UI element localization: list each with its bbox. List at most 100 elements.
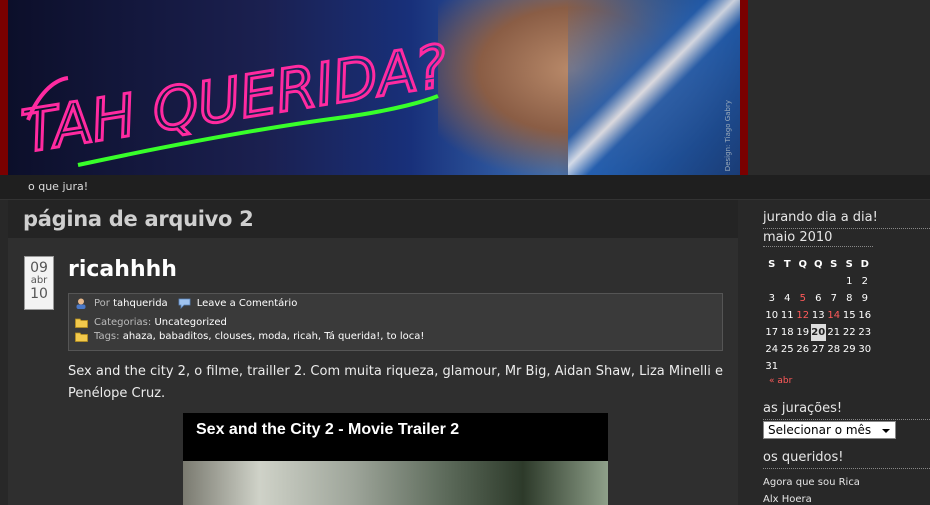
post-meta-box: Por tahquerida Leave a Comentário Catego… (68, 293, 723, 351)
post-date-box: 09 abr 10 (24, 256, 54, 310)
calendar-weekday: S (768, 259, 776, 270)
calendar-empty-cell (764, 273, 780, 290)
calendar-day: 2 (861, 276, 868, 287)
calendar-week-row: 10 11 12 13 14 15 16 (764, 307, 873, 324)
calendar-day: 16 (858, 310, 872, 321)
author-prefix: Por (94, 298, 110, 309)
tags-label: Tags: (94, 331, 120, 342)
comment-link[interactable]: Leave a Comentário (197, 298, 298, 309)
post-meta-tags-row: Tags: ahaza, babaditos, clouses, moda, r… (75, 331, 424, 342)
calendar-empty-cell (826, 273, 842, 290)
post-date-year: 10 (30, 286, 48, 302)
calendar-empty-cell (780, 273, 796, 290)
archive-month-select-value: Selecionar o mês (768, 423, 872, 437)
category-link[interactable]: Uncategorized (154, 317, 226, 328)
calendar-day: 29 (842, 344, 856, 355)
calendar-day: 8 (846, 293, 853, 304)
calendar-weekday: D (860, 259, 869, 270)
calendar-day[interactable]: 12 (795, 307, 811, 324)
archive-title: página de arquivo 2 (23, 207, 254, 231)
calendar-week-row: 24 25 26 27 28 29 30 (764, 341, 873, 358)
banner-credit: Design: Tiago Gabry (724, 99, 732, 171)
calendar-day: 10 (765, 310, 779, 321)
calendar-day: 30 (858, 344, 872, 355)
calendar-weekday: S (830, 259, 838, 270)
archive-month-select[interactable]: Selecionar o mês (763, 421, 896, 439)
calendar-day: 24 (765, 344, 779, 355)
author-icon (75, 298, 88, 309)
calendar-day: 17 (765, 327, 779, 338)
calendar-day: 22 (842, 327, 856, 338)
blogroll-widget-title: os queridos! (763, 450, 844, 465)
banner-logo-text: TAH QUERIDA? (18, 32, 452, 166)
calendar-empty-cell (826, 358, 842, 375)
categories-label: Categorias: (94, 317, 152, 328)
calendar-empty-cell (842, 358, 858, 375)
calendar-empty-cell (857, 358, 873, 375)
calendar-day: 15 (842, 310, 856, 321)
calendar-day: 19 (796, 327, 810, 338)
calendar-day: 13 (811, 310, 825, 321)
video-title[interactable]: Sex and the City 2 - Movie Trailer 2 (196, 421, 459, 439)
site-tagline: o que jura! (28, 180, 89, 193)
calendar-weekday: T (783, 259, 791, 270)
post-title-link[interactable]: ricahhhh (68, 257, 177, 282)
calendar-day[interactable]: 5 (795, 290, 811, 307)
calendar-prev-month-link[interactable]: « abr (769, 376, 792, 386)
folder-icon (75, 317, 88, 328)
calendar-week-row: 12 (764, 273, 873, 290)
calendar-weekday: Q (798, 259, 807, 270)
calendar-weekday: Q (813, 259, 823, 270)
calendar-day-today: 20 (810, 324, 826, 341)
header-banner[interactable]: TAH QUERIDA? Design: Tiago Gabry (0, 0, 748, 175)
calendar-week-row: 3456789 (764, 290, 873, 307)
calendar-widget-title: jurando dia a dia! (763, 210, 878, 225)
calendar-day[interactable]: 14 (826, 307, 842, 324)
calendar-day: 1 (846, 276, 853, 287)
calendar-empty-cell (795, 358, 811, 375)
calendar-day: 6 (815, 293, 822, 304)
calendar-day: 27 (811, 344, 825, 355)
calendar-day: 23 (858, 327, 872, 338)
calendar-day: 4 (784, 293, 791, 304)
author-link[interactable]: tahquerida (113, 298, 168, 309)
calendar-table: STQQSSD 1 2 3 4 5 6 7 8 9 10 11 12 13 14 15 16 17 18 19 20 2… (764, 256, 873, 375)
calendar-empty-cell (795, 273, 811, 290)
calendar-weekday: S (845, 259, 853, 270)
calendar-empty-cell (811, 358, 827, 375)
calendar-day: 26 (796, 344, 810, 355)
post-meta-category-row: Categorias: Uncategorized (75, 317, 227, 328)
calendar-day: 28 (827, 344, 841, 355)
divider (763, 468, 930, 469)
calendar-day: 31 (765, 361, 779, 372)
blogroll-link[interactable]: Agora que sou Rica (763, 477, 860, 488)
video-thumbnail[interactable] (183, 461, 608, 505)
banner-image: TAH QUERIDA? Design: Tiago Gabry (8, 0, 740, 175)
calendar-empty-cell (811, 273, 827, 290)
calendar-week-row: 17 18 19 20 21 22 23 (764, 324, 873, 341)
sidebar: jurando dia a dia! maio 2010 STQQSSD 123… (755, 200, 930, 505)
comment-icon (178, 298, 191, 309)
calendar-caption: maio 2010 (763, 230, 833, 245)
archives-widget-title: as jurações! (763, 401, 843, 416)
video-player[interactable]: Sex and the City 2 - Movie Trailer 2 (183, 413, 608, 505)
calendar-day: 3 (768, 293, 775, 304)
divider (763, 246, 873, 247)
calendar-day: 11 (780, 310, 794, 321)
blogroll-link[interactable]: Alx Hoera (763, 494, 812, 505)
post-date-month: abr (30, 275, 48, 286)
calendar-day: 21 (827, 327, 841, 338)
tagline-bar: o que jura! (0, 175, 930, 200)
tags-links[interactable]: ahaza, babaditos, clouses, moda, ricah, … (123, 331, 425, 342)
calendar-day: 25 (780, 344, 794, 355)
calendar-day: 7 (830, 293, 837, 304)
tags-folder-icon (75, 331, 88, 342)
post-meta-author-row: Por tahquerida Leave a Comentário (75, 298, 297, 309)
banner-logo-graphic: TAH QUERIDA? (16, 30, 453, 167)
calendar-week-row: 31 (764, 358, 873, 375)
header-right-filler (748, 0, 930, 175)
calendar-day: 18 (780, 327, 794, 338)
post-date-day: 09 (30, 260, 48, 276)
divider (763, 228, 930, 229)
divider (763, 419, 930, 420)
